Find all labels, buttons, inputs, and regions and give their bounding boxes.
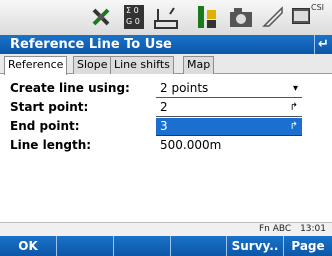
antenna-icon[interactable] xyxy=(196,4,218,30)
create-line-using-value: 2 points xyxy=(160,81,209,95)
tab-slope[interactable]: Slope xyxy=(73,56,112,74)
softkey-f2[interactable] xyxy=(57,236,114,256)
softkey-f3[interactable] xyxy=(114,236,171,256)
line-length-value: 500.000m xyxy=(160,138,222,152)
end-point-label: End point: xyxy=(10,119,80,133)
dropdown-arrow-icon: ▾ xyxy=(292,83,298,94)
point-select-icon[interactable]: ↱ xyxy=(290,99,298,116)
row-create-line-using: Create line using: 2 points ▾ xyxy=(0,80,332,98)
survey-button[interactable]: Survy.. xyxy=(227,236,284,256)
start-point-label: Start point: xyxy=(10,100,89,114)
battery-label: CSI xyxy=(311,3,325,12)
info-indicators: Fn ABC 13:01 xyxy=(259,224,326,234)
point-select-icon[interactable]: ↱ xyxy=(290,118,298,135)
info-bar: Fn ABC 13:01 xyxy=(0,222,332,236)
ok-button[interactable]: OK xyxy=(0,236,57,256)
tab-reference[interactable]: Reference xyxy=(4,56,68,75)
start-point-value: 2 xyxy=(160,100,168,114)
end-point-value: 3 xyxy=(160,119,168,133)
fn-indicator: Fn xyxy=(258,224,270,234)
camera-icon[interactable] xyxy=(228,4,254,30)
line-length-label: Line length: xyxy=(10,138,92,152)
clock: 13:01 xyxy=(300,224,326,234)
measure-icon[interactable] xyxy=(260,4,286,30)
level-icon[interactable] xyxy=(152,4,180,30)
row-line-length: Line length: 500.000m xyxy=(0,137,332,155)
battery-icon[interactable] xyxy=(292,8,310,24)
tab-line-shifts[interactable]: Line shifts xyxy=(110,56,174,74)
start-point-input[interactable]: 2 ↱ xyxy=(156,99,302,117)
window-title: Reference Line To Use xyxy=(10,37,172,52)
tab-map[interactable]: Map xyxy=(183,56,215,74)
create-line-using-select[interactable]: 2 points ▾ xyxy=(156,80,302,98)
status-bar: Σ 0 G 0 CSI xyxy=(0,0,332,35)
back-button[interactable]: ↵ xyxy=(314,35,332,54)
softkey-bar: OK Survy.. Page xyxy=(0,236,332,256)
sigma-counter-icon[interactable]: Σ 0 G 0 xyxy=(124,5,144,29)
row-start-point: Start point: 2 ↱ xyxy=(0,99,332,117)
compass-icon[interactable] xyxy=(88,4,116,30)
g-count-text: G 0 xyxy=(126,17,140,26)
end-point-input[interactable]: 3 ↱ xyxy=(156,118,302,136)
row-end-point: End point: 3 ↱ xyxy=(0,118,332,136)
softkey-f4[interactable] xyxy=(171,236,227,256)
sigma-count-text: Σ 0 xyxy=(126,6,139,15)
tab-bar: Reference Slope Line shifts Map xyxy=(0,54,332,75)
page-button[interactable]: Page xyxy=(284,236,332,256)
title-bar: Reference Line To Use ↵ xyxy=(0,35,332,54)
input-mode-indicator: ABC xyxy=(272,224,292,234)
create-line-using-label: Create line using: xyxy=(10,81,130,95)
